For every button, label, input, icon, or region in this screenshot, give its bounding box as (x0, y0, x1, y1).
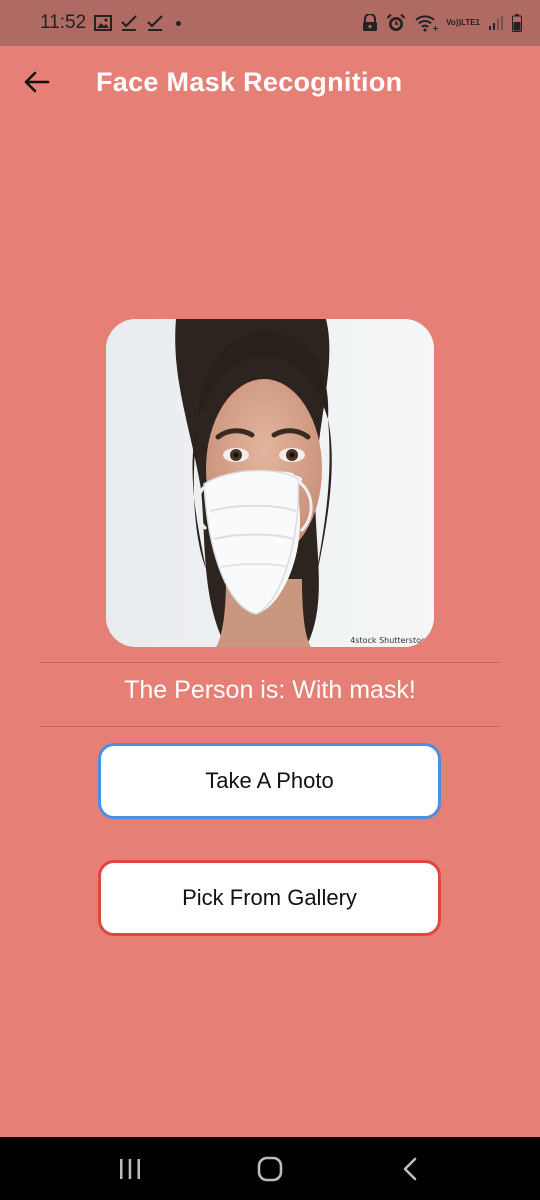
alarm-clock-icon (386, 13, 406, 33)
status-bar: 11:52 + Vo)) LTE1 (0, 0, 540, 46)
page-title: Face Mask Recognition (96, 66, 403, 97)
pick-gallery-button[interactable]: Pick From Gallery (98, 860, 441, 936)
divider (40, 726, 500, 727)
nav-back-button[interactable] (380, 1144, 440, 1194)
arrow-left-icon (24, 71, 50, 93)
status-left: 11:52 (40, 12, 182, 34)
recents-icon (120, 1158, 140, 1179)
take-photo-button[interactable]: Take A Photo (98, 743, 441, 819)
home-icon (257, 1156, 283, 1181)
divider (40, 662, 500, 663)
status-time: 11:52 (40, 12, 87, 33)
home-button[interactable] (240, 1144, 300, 1194)
system-nav-bar (0, 1137, 540, 1200)
pick-gallery-label: Pick From Gallery (182, 885, 357, 910)
masked-woman-illustration: 4stock Shutterstock (106, 319, 434, 647)
result-text: The Person is: With mask! (124, 676, 416, 704)
battery-icon (512, 14, 522, 32)
image-icon (94, 15, 113, 31)
signal-icon (488, 15, 504, 31)
back-button[interactable] (11, 56, 63, 108)
wifi-calling-icon: + (414, 14, 438, 32)
watermark-text: 4stock Shutterstock (350, 636, 430, 645)
download-check-icon (120, 14, 138, 32)
volte-icon: Vo)) LTE1 (446, 19, 480, 27)
volte-top-label: Vo)) (446, 18, 462, 27)
status-right: + Vo)) LTE1 (362, 13, 522, 33)
alarm-lock-icon (362, 14, 378, 32)
svg-text:+: + (432, 24, 438, 32)
notification-dot-icon (176, 20, 182, 26)
app-bar: Face Mask Recognition (0, 46, 540, 118)
volte-bottom-label: LTE1 (461, 18, 480, 27)
back-icon (403, 1157, 417, 1180)
face-photo: 4stock Shutterstock (106, 319, 434, 647)
take-photo-label: Take A Photo (205, 768, 334, 793)
recents-button[interactable] (100, 1144, 160, 1194)
download-check-icon (146, 14, 164, 32)
